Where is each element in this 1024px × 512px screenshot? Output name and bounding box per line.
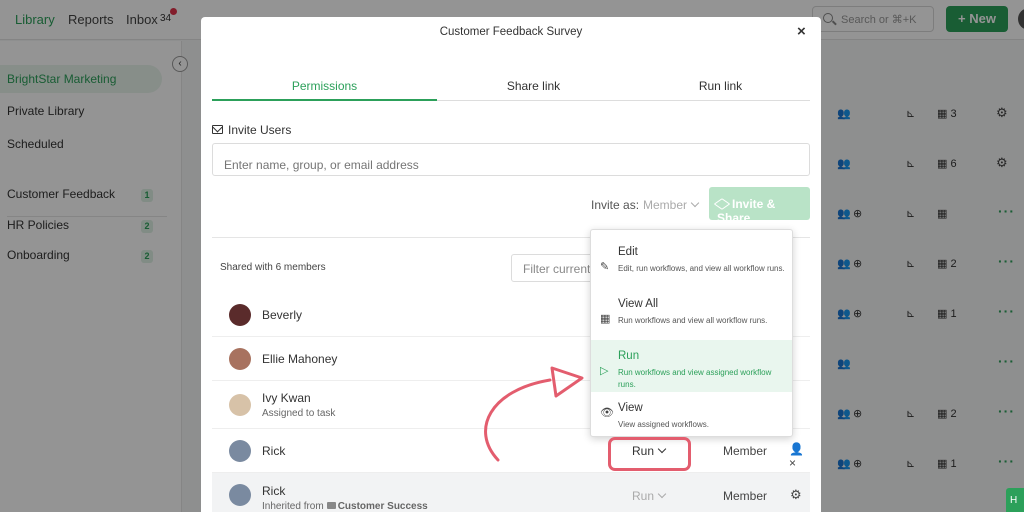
member-name: Rick — [262, 444, 286, 458]
permission-option-view[interactable]: 👁 View View assigned workflows. — [591, 392, 792, 436]
tab-permissions[interactable]: Permissions — [212, 79, 437, 93]
option-description: Edit, run workflows, and view all workfl… — [618, 264, 785, 273]
member-name: Beverly — [262, 308, 303, 322]
envelope-icon — [212, 125, 223, 134]
member-name: Ellie Mahoney — [262, 352, 338, 366]
shared-members-count: Shared with 6 members — [220, 262, 326, 273]
permission-option-view-all[interactable]: ▦ View All Run workflows and view all wo… — [591, 288, 792, 340]
folder-icon — [326, 502, 336, 509]
annotation-arrow-head — [550, 366, 584, 398]
option-description: Run workflows and view all workflow runs… — [618, 316, 768, 325]
option-description: Run workflows and view assigned workflow… — [618, 368, 772, 389]
member-name: Ivy Kwan — [262, 391, 311, 405]
avatar — [229, 394, 251, 416]
option-title: View — [618, 402, 643, 414]
pencil-square-icon: ✎ — [600, 261, 610, 273]
paper-plane-icon — [713, 198, 731, 210]
invite-as-label: Invite as: — [591, 198, 640, 212]
inherited-group: Customer Success — [337, 501, 428, 512]
member-status: Assigned to task — [262, 408, 336, 419]
avatar — [229, 484, 251, 506]
member-role: Member — [723, 444, 768, 458]
member-name: Rick — [262, 484, 286, 498]
inherited-prefix: Inherited from — [262, 501, 324, 512]
invite-role-select[interactable]: Member — [643, 198, 700, 212]
play-icon: ▷ — [600, 365, 609, 377]
invite-share-button[interactable]: Invite & Share — [709, 187, 810, 225]
tab-run-link[interactable]: Run link — [608, 79, 821, 93]
annotation-arrow-shaft — [484, 378, 552, 462]
permission-dropdown: ✎ Edit Edit, run workflows, and view all… — [590, 229, 793, 437]
option-description: View assigned workflows. — [618, 420, 710, 429]
avatar — [229, 348, 251, 370]
permission-option-edit[interactable]: ✎ Edit Edit, run workflows, and view all… — [591, 236, 792, 288]
chevron-down-icon — [690, 198, 700, 208]
remove-user-icon[interactable]: 👤× — [789, 442, 810, 470]
help-tab[interactable]: H — [1006, 488, 1024, 512]
option-title: Run — [618, 350, 640, 362]
annotation-highlight-box — [608, 437, 691, 471]
member-inherited-from: Inherited from Customer Success — [262, 501, 428, 512]
active-tab-indicator — [212, 99, 437, 101]
invite-role-value: Member — [643, 198, 688, 212]
avatar — [229, 440, 251, 462]
permission-select-disabled: Run — [632, 489, 667, 503]
option-title: Edit — [618, 246, 638, 258]
member-role: Member — [723, 489, 768, 503]
option-title: View All — [618, 298, 659, 310]
invite-users-label: Invite Users — [228, 123, 292, 137]
annotation-arrow — [484, 366, 584, 462]
chevron-down-icon — [657, 489, 667, 499]
permission-value: Run — [632, 489, 655, 503]
gear-icon[interactable]: ⚙ — [790, 487, 802, 503]
close-icon[interactable]: × — [797, 23, 806, 40]
filter-members-input[interactable]: Filter current — [511, 254, 601, 282]
avatar — [229, 304, 251, 326]
invite-users-input[interactable] — [212, 143, 810, 176]
table-icon: ▦ — [600, 313, 611, 325]
permission-option-run[interactable]: ▷ Run Run workflows and view assigned wo… — [591, 340, 792, 392]
modal-title: Customer Feedback Survey — [439, 26, 583, 38]
eye-icon: 👁 — [600, 407, 614, 419]
